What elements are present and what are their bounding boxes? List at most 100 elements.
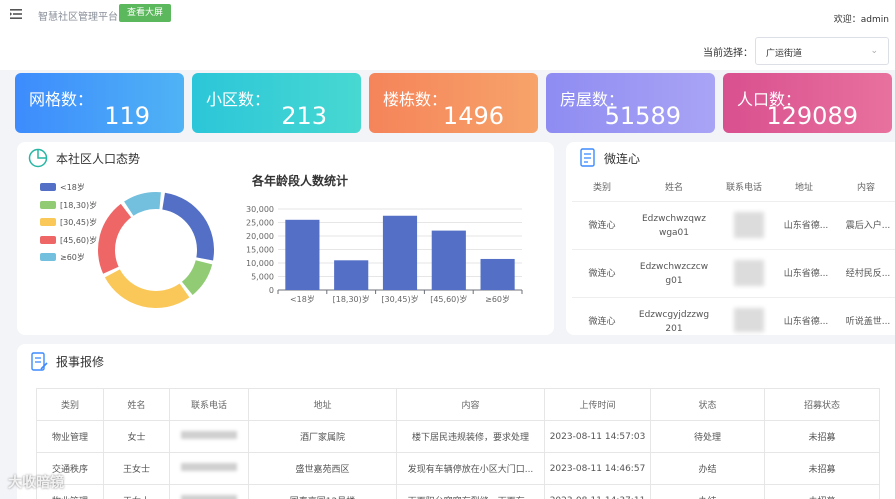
- legend-label: [30,45)岁: [60, 218, 98, 227]
- stat-value: 1496: [442, 102, 504, 130]
- content-cell: 听说盖世...: [845, 317, 891, 327]
- legend-label: [45,60)岁: [60, 236, 98, 245]
- selector-label: 当前选择：: [703, 48, 753, 59]
- pie-chart-icon: [28, 148, 48, 168]
- legend-swatch: [40, 218, 56, 226]
- column-header: 状态: [650, 388, 765, 421]
- bar[interactable]: [480, 258, 515, 290]
- recruit-status-cell: 未招募: [764, 452, 880, 485]
- bar[interactable]: [431, 230, 466, 290]
- column-header: 地址: [794, 183, 813, 193]
- address-cell: 山东省德...: [783, 269, 829, 279]
- legend-label: [18,30)岁: [60, 201, 98, 210]
- repair-panel-title: 报事报修: [56, 355, 105, 369]
- column-header: 联系电话: [725, 183, 762, 193]
- table-row[interactable]: 物业管理 王女士 国泰嘉园12号楼 下面阳台突突有裂缝，下面有... 2023-…: [36, 484, 880, 499]
- x-tick-label: ≥60岁: [485, 294, 510, 304]
- legend-swatch: [40, 236, 56, 244]
- name-line: Edzwcgyjdzzwg: [638, 310, 710, 320]
- donut-slice[interactable]: [104, 269, 190, 308]
- donut-slice[interactable]: [181, 260, 213, 295]
- welcome-user[interactable]: 欢迎：admin: [834, 12, 889, 25]
- bar[interactable]: [334, 260, 369, 290]
- recruit-status-cell: 未招募: [764, 420, 880, 453]
- column-header: 上传时间: [544, 388, 651, 421]
- y-tick-label: 10,000: [246, 259, 274, 268]
- time-cell: 2023-08-11 14:57:03: [544, 420, 651, 453]
- population-panel-title: 本社区人口态势: [56, 152, 141, 166]
- donut-slice[interactable]: [162, 192, 215, 261]
- repair-table: 类别 姓名 联系电话 地址 内容 上传时间 状态 招募状态 物业管理 女士 酒厂…: [36, 388, 880, 499]
- stat-value: 129089: [766, 102, 858, 130]
- category-cell: 微连心: [588, 317, 616, 327]
- category-cell: 物业管理: [36, 420, 104, 453]
- y-tick-label: 30,000: [246, 205, 274, 214]
- recruit-status-cell: 未招募: [764, 484, 880, 499]
- app-title: 智慧社区管理平台: [38, 12, 118, 23]
- document-list-icon: [580, 148, 595, 167]
- donut-slice[interactable]: [98, 203, 132, 274]
- name-line: g01: [665, 276, 683, 286]
- column-header: 类别: [36, 388, 104, 421]
- stat-value: 213: [281, 102, 327, 130]
- y-tick-label: 15,000: [246, 246, 274, 255]
- category-cell: 微连心: [588, 221, 616, 231]
- bar[interactable]: [382, 215, 418, 290]
- table-row[interactable]: 微连心 Edzwchwzczcw g01 山东省德... 经村民反...: [572, 249, 895, 295]
- table-row[interactable]: 交通秩序 王女士 盛世嘉苑西区 发现有车辆停放在小区大门口... 2023-08…: [36, 452, 880, 485]
- watermark-logo: 大收暗镜: [8, 475, 64, 491]
- column-header: 招募状态: [764, 388, 880, 421]
- phone-redacted: [734, 260, 764, 286]
- x-tick-label: <18岁: [290, 294, 315, 304]
- status-cell: 办结: [650, 484, 765, 499]
- name-line: wga01: [658, 228, 690, 238]
- name-cell: Edzwchwzczcw g01: [636, 260, 712, 288]
- column-header: 地址: [248, 388, 397, 421]
- address-cell: 国泰嘉园12号楼: [248, 484, 397, 499]
- name-line: Edzwchwzqwz: [641, 214, 707, 224]
- name-cell: 王女士: [103, 484, 170, 499]
- column-header: 内容: [856, 183, 875, 193]
- legend-label: ≥60岁: [60, 253, 85, 262]
- stat-card-population: 人口数： 129089: [723, 73, 892, 133]
- column-header: 内容: [396, 388, 545, 421]
- content-cell: 楼下居民违规装修，要求处理: [396, 420, 545, 453]
- y-tick-label: 5,000: [251, 273, 274, 282]
- phone-redacted: [181, 431, 237, 439]
- y-tick-label: 0: [269, 286, 274, 295]
- x-tick-label: [30,45)岁: [381, 294, 418, 304]
- street-select[interactable]: 广运街道 ⌄: [755, 37, 889, 65]
- stat-card-communities: 小区数： 213: [192, 73, 361, 133]
- x-tick-label: [45,60)岁: [430, 294, 467, 304]
- selector-row: 当前选择： 广运街道 ⌄: [0, 32, 895, 70]
- table-row[interactable]: 微连心 Edzwcgyjdzzwg 201 山东省德... 听说盖世...: [572, 297, 895, 335]
- phone-cell: [169, 452, 249, 485]
- content-cell: 震后入户...: [845, 221, 891, 231]
- table-row[interactable]: 微连心 Edzwchwzqwz wga01 山东省德... 震后入户...: [572, 201, 895, 247]
- stat-value: 51589: [604, 102, 681, 130]
- address-cell: 盛世嘉苑西区: [248, 452, 397, 485]
- column-header: 联系电话: [169, 388, 249, 421]
- address-cell: 酒厂家属院: [248, 420, 397, 453]
- stat-label: 小区数：: [206, 90, 271, 109]
- column-header: 姓名: [664, 183, 683, 193]
- stat-label: 楼栋数：: [383, 90, 448, 109]
- table-row[interactable]: 物业管理 女士 酒厂家属院 楼下居民违规装修，要求处理 2023-08-11 1…: [36, 420, 880, 453]
- phone-redacted: [181, 463, 237, 471]
- menu-toggle-icon[interactable]: [10, 9, 22, 19]
- name-cell: 王女士: [103, 452, 170, 485]
- y-tick-label: 25,000: [246, 219, 274, 228]
- donut-slice[interactable]: [124, 192, 161, 216]
- phone-redacted: [181, 495, 237, 499]
- time-cell: 2023-08-11 14:37:11: [544, 484, 651, 499]
- bar[interactable]: [285, 219, 320, 290]
- time-cell: 2023-08-11 14:46:57: [544, 452, 651, 485]
- phone-redacted: [734, 308, 764, 332]
- table-header-row: 类别 姓名 联系电话 地址 内容 上传时间 状态 招募状态: [36, 388, 880, 421]
- category-cell: 微连心: [588, 269, 616, 279]
- view-big-screen-button[interactable]: 查看大屏: [119, 4, 171, 22]
- chevron-down-icon: ⌄: [870, 46, 878, 56]
- weilianxin-table-header: 类别 姓名 联系电话 地址 内容: [566, 171, 895, 201]
- weilianxin-title: 微连心: [604, 152, 641, 166]
- name-line: Edzwchwzczcw: [639, 262, 709, 272]
